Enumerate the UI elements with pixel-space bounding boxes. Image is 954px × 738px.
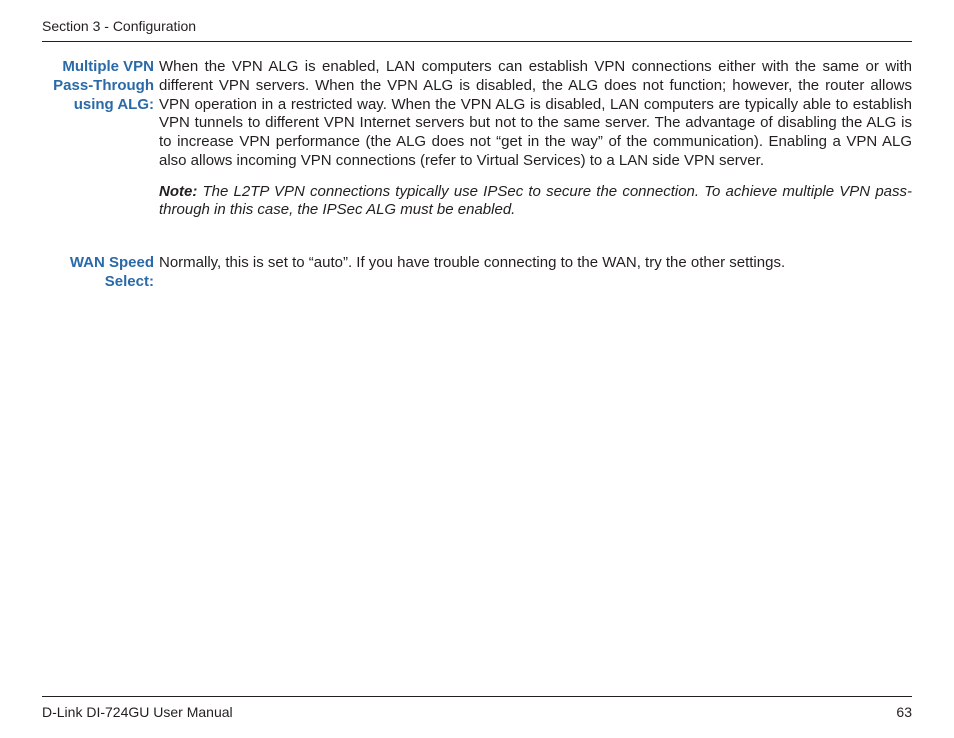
page-footer: D-Link DI-724GU User Manual 63 [42, 696, 912, 720]
footer-manual-name: D-Link DI-724GU User Manual [42, 704, 233, 720]
note-body: The L2TP VPN connections typically use I… [159, 183, 912, 219]
entry-body-text: Normally, this is set to “auto”. If you … [159, 254, 785, 271]
note-label: Note: [159, 183, 197, 200]
entry-body: Normally, this is set to “auto”. If you … [159, 254, 912, 292]
entry-body: When the VPN ALG is enabled, LAN compute… [159, 58, 912, 220]
entry-label: WAN Speed Select: [42, 254, 159, 292]
definition-entry: WAN Speed Select: Normally, this is set … [42, 254, 912, 292]
definition-entry: Multiple VPN Pass-Through using ALG: Whe… [42, 58, 912, 220]
entry-label: Multiple VPN Pass-Through using ALG: [42, 58, 159, 220]
entry-body-text: When the VPN ALG is enabled, LAN compute… [159, 58, 912, 169]
content-area: Multiple VPN Pass-Through using ALG: Whe… [42, 58, 912, 292]
footer-page-number: 63 [896, 704, 912, 720]
entry-note: Note: The L2TP VPN connections typically… [159, 183, 912, 221]
section-header: Section 3 - Configuration [42, 18, 912, 42]
